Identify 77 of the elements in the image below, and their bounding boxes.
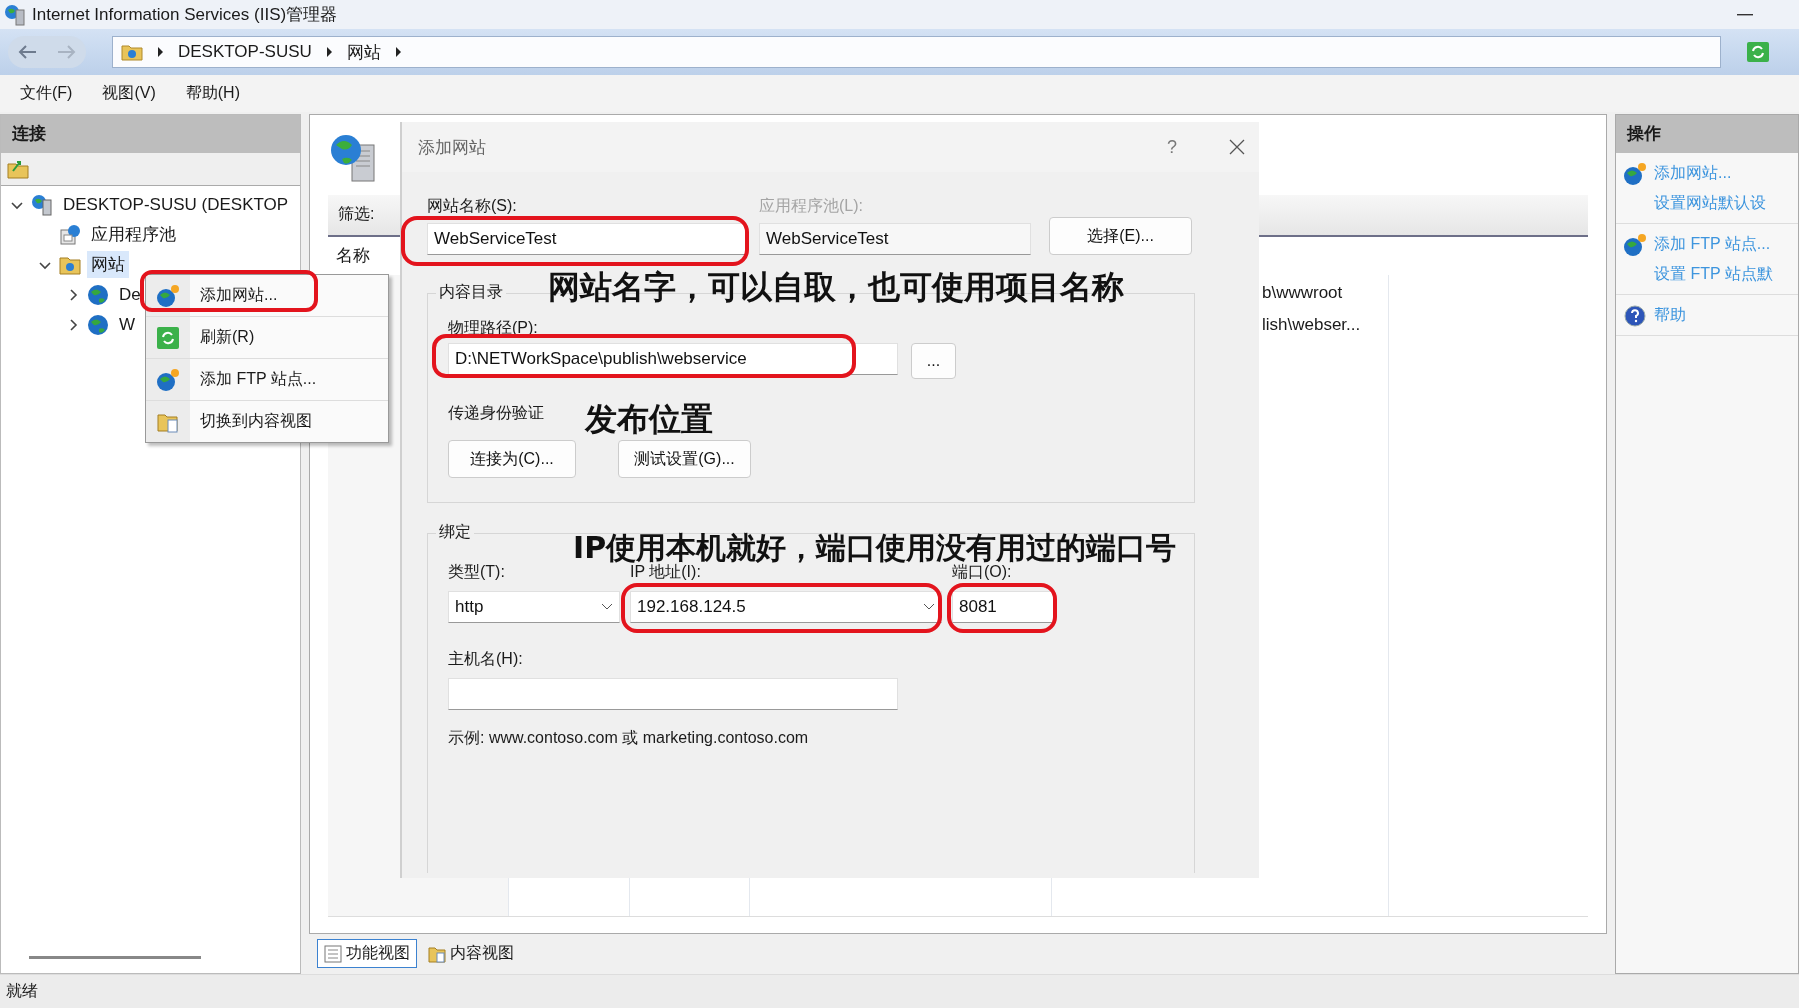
menu-item[interactable]: 刷新(R)	[200, 327, 255, 348]
tree-item[interactable]: 网站	[87, 251, 129, 279]
breadcrumb-arrow-icon	[325, 47, 333, 58]
minimize-icon[interactable]	[1737, 13, 1753, 16]
site-name-field[interactable]: WebServiceTest	[427, 223, 746, 255]
dropdown-caret-icon	[601, 603, 613, 611]
view-tab[interactable]: 内容视图	[421, 939, 521, 969]
connect-folder-icon[interactable]	[7, 158, 29, 179]
globe-add-icon	[1623, 161, 1647, 186]
table-cell-text: b\wwwroot	[1262, 282, 1344, 303]
column-header[interactable]: 名称	[336, 244, 370, 268]
field-label: 类型(T):	[448, 562, 506, 582]
sites-folder-icon	[59, 254, 81, 275]
help-button[interactable]: ?	[1167, 136, 1177, 158]
field-label: 应用程序池(L):	[759, 196, 864, 216]
help-icon	[1624, 304, 1646, 327]
list-icon	[324, 944, 342, 963]
dropdown-caret-icon	[923, 603, 935, 611]
iis-icon	[4, 3, 26, 26]
server-icon	[31, 193, 53, 216]
group-legend: 绑定	[436, 522, 474, 543]
app-pool-icon	[59, 223, 81, 246]
annotation-text: 网站名字，可以自取，也可使用项目名称	[548, 267, 1124, 308]
browse-button[interactable]: ...	[911, 343, 956, 379]
host-name-field[interactable]	[448, 678, 898, 710]
panel-header: 操作	[1616, 114, 1798, 153]
menu-item[interactable]: 帮助(H)	[185, 83, 240, 105]
expand-chevron-icon[interactable]	[67, 288, 79, 301]
tree-item[interactable]: DESKTOP-SUSU (DESKTOP	[59, 192, 293, 217]
table-cell-text: lish\webser...	[1262, 314, 1362, 335]
globe-add-icon	[156, 283, 180, 308]
field-label: IP 地址(I):	[630, 562, 702, 582]
select-button[interactable]: 选择(E)...	[1049, 217, 1192, 255]
breadcrumb-item[interactable]: 网站	[346, 40, 381, 64]
close-icon[interactable]	[1229, 139, 1245, 155]
filter-label: 筛选:	[338, 204, 375, 225]
view-tab[interactable]: 功能视图	[317, 939, 417, 969]
dialog-button[interactable]: 测试设置(G)...	[618, 440, 751, 478]
menu-item[interactable]: 添加 FTP 站点...	[200, 369, 317, 390]
tree-item[interactable]: W	[115, 312, 140, 337]
field-label: 主机名(H):	[448, 649, 523, 669]
field-label: 端口(O):	[952, 563, 1013, 582]
physical-path-field[interactable]: D:\NETWorkSpace\publish\webservice	[448, 343, 898, 375]
tree-item[interactable]: De	[115, 282, 145, 307]
dialog-button[interactable]: 连接为(C)...	[448, 440, 576, 478]
globe-server-icon	[328, 132, 378, 183]
annotation-text: 发布位置	[585, 399, 713, 440]
panel-header: 连接	[1, 114, 300, 153]
menu-item[interactable]: 切换到内容视图	[200, 411, 312, 432]
type-dropdown[interactable]: http	[448, 591, 620, 623]
ip-address-dropdown[interactable]: 192.168.124.5	[630, 591, 942, 623]
breadcrumb-arrow-icon	[394, 47, 402, 58]
folder-document-icon	[428, 944, 446, 963]
field-label: 网站名称(S):	[427, 196, 518, 216]
breadcrumb-item[interactable]: DESKTOP-SUSU	[178, 42, 312, 63]
address-bar[interactable]: DESKTOP-SUSU 网站	[112, 36, 1721, 69]
breadcrumb-arrow-icon	[157, 47, 164, 58]
menu-item[interactable]: 文件(F)	[20, 83, 73, 105]
port-field[interactable]: 8081	[952, 591, 1054, 623]
menu-item[interactable]: 视图(V)	[102, 83, 156, 105]
globe-add-icon	[156, 367, 180, 392]
dialog-title: 添加网站	[418, 136, 486, 159]
window-title: Internet Information Services (IIS)管理器	[32, 4, 338, 27]
field-label: 传递身份验证	[448, 403, 544, 423]
annotation-text: IP使用本机就好，端口使用没有用过的端口号	[573, 529, 1177, 565]
folder-icon	[121, 43, 143, 62]
refresh-icon	[157, 326, 179, 349]
status-text: 就绪	[6, 980, 38, 1001]
expand-chevron-icon[interactable]	[67, 318, 79, 331]
globe-icon	[87, 283, 109, 306]
tree-item[interactable]: 应用程序池	[87, 221, 180, 249]
globe-add-icon	[1623, 232, 1647, 257]
example-text: 示例: www.contoso.com 或 marketing.contoso.com	[448, 728, 810, 748]
menu-item[interactable]: 添加网站...	[200, 285, 278, 306]
globe-icon	[87, 313, 109, 336]
back-arrow-icon[interactable]	[18, 44, 38, 61]
refresh-icon[interactable]	[1747, 42, 1769, 63]
